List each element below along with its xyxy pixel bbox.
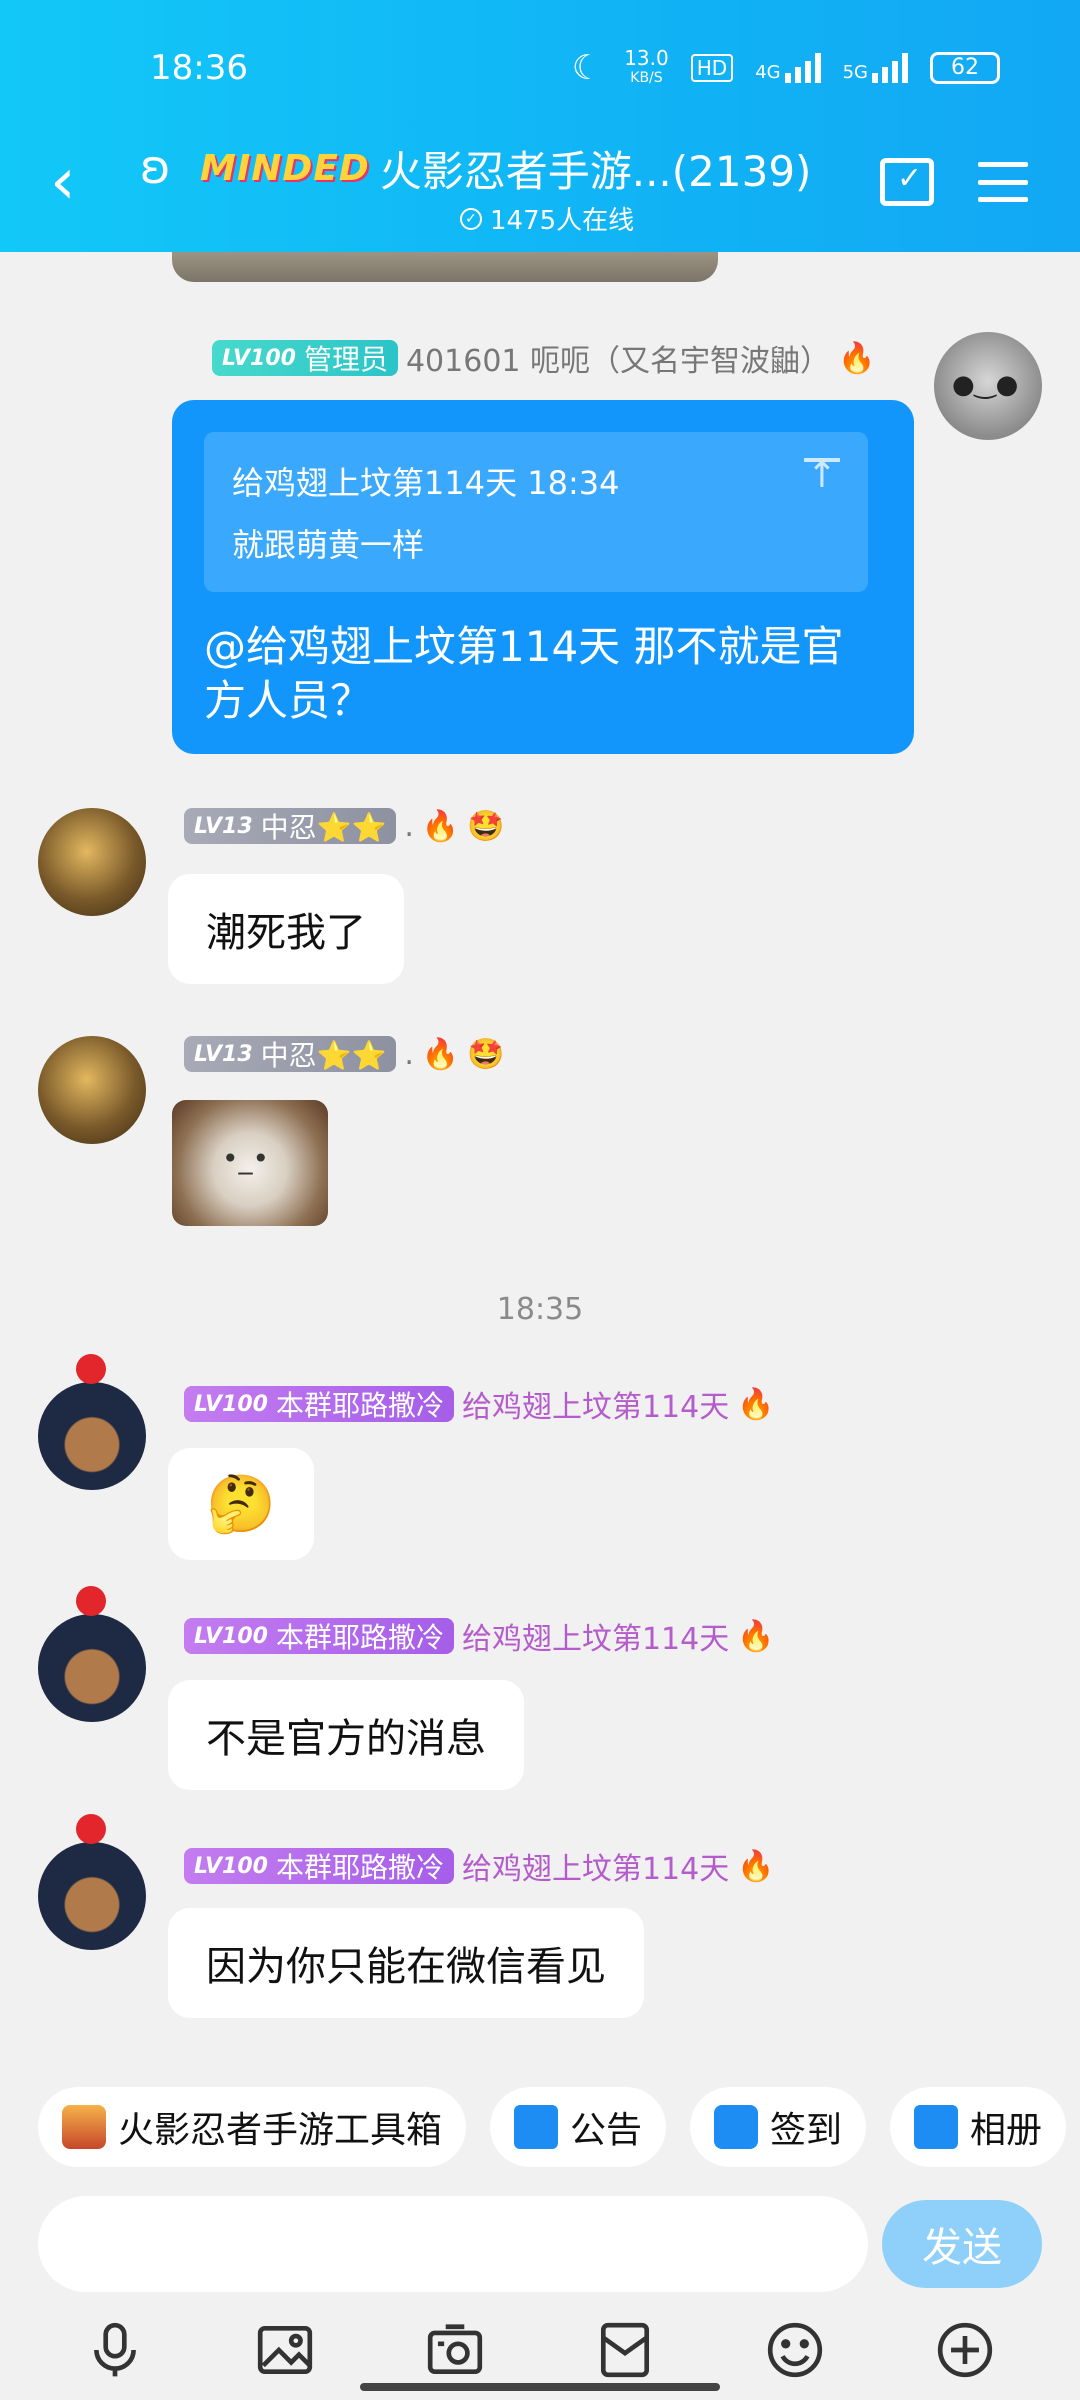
message-bubble[interactable]: 因为你只能在微信看见 — [168, 1908, 644, 2018]
jump-to-top-icon[interactable]: ↑ — [802, 456, 842, 496]
quick-toolbox[interactable]: 火影忍者手游工具箱 — [38, 2087, 467, 2167]
camera-icon[interactable] — [424, 2319, 486, 2381]
sender-row: LV13 中忍⭐⭐ . 🔥 🤩 — [184, 808, 505, 844]
level-badge: LV100 本群耶路撒冷 — [184, 1386, 454, 1422]
quick-album[interactable]: 相册 — [890, 2087, 1067, 2167]
avatar[interactable] — [38, 1586, 146, 1722]
message-input[interactable] — [38, 2196, 868, 2292]
moon-icon: ☾ — [571, 48, 603, 88]
fire-icon: 🔥 — [421, 808, 460, 844]
naruto-toolbox-icon — [62, 2105, 106, 2149]
minded-logo: MINDED — [200, 148, 370, 189]
calendar-checkin-icon[interactable] — [880, 158, 934, 206]
avatar[interactable] — [38, 1036, 146, 1144]
thinking-emoji: 🤔 — [206, 1472, 276, 1537]
sender-name[interactable]: 给鸡翅上坟第114天 — [462, 1382, 729, 1426]
album-icon — [914, 2105, 959, 2149]
level-badge: LV100 管理员 — [212, 340, 398, 376]
group-title-row[interactable]: MINDED 火影忍者手游...(2139) — [200, 138, 811, 199]
signin-calendar-icon — [714, 2105, 759, 2149]
signal-4g-icon: 4G — [755, 53, 821, 83]
signal-5g-icon: 5G — [843, 53, 908, 83]
message-bubble[interactable]: 潮死我了 — [168, 874, 404, 984]
microphone-icon[interactable] — [84, 2319, 146, 2381]
sender-row: LV100 本群耶路撒冷 给鸡翅上坟第114天 🔥 — [184, 1844, 775, 1888]
quick-notice[interactable]: 公告 — [490, 2087, 667, 2167]
fire-icon: 🔥 — [737, 1848, 775, 1884]
previous-image-message[interactable] — [172, 252, 718, 282]
cat-sticker-image[interactable] — [172, 1100, 328, 1226]
sender-name[interactable]: . — [404, 1037, 414, 1072]
message-bubble[interactable]: 不是官方的消息 — [168, 1680, 524, 1790]
quick-signin[interactable]: 签到 — [690, 2087, 867, 2167]
level-badge: LV13 中忍⭐⭐ — [184, 1036, 397, 1072]
sender-row: LV13 中忍⭐⭐ . 🔥 🤩 — [184, 1036, 505, 1072]
network-speed: 13.0 KB/S — [624, 46, 669, 86]
input-row: 发送 — [38, 2196, 1042, 2292]
notice-icon — [514, 2105, 559, 2149]
online-count: ✓ 1475人在线 — [460, 200, 634, 237]
picture-icon[interactable] — [254, 2319, 316, 2381]
sender-name[interactable]: 给鸡翅上坟第114天 — [462, 1844, 729, 1888]
sender-row: LV100 管理员 401601 呃呃（又名宇智波鼬） 🔥 — [212, 336, 875, 380]
fire-icon: 🔥 — [421, 1036, 460, 1072]
time-separator: 18:35 — [496, 1292, 584, 1327]
quick-action-bar: 火影忍者手游工具箱 公告 签到 相册 — [0, 2062, 1080, 2192]
fire-icon: 🔥 — [737, 1386, 775, 1422]
quote-header: 给鸡翅上坟第114天 18:34 — [232, 464, 620, 502]
emoji-icon[interactable] — [764, 2319, 826, 2381]
sender-row: LV100 本群耶路撒冷 给鸡翅上坟第114天 🔥 — [184, 1382, 775, 1426]
fire-icon: 🔥 — [737, 1618, 775, 1654]
level-badge: LV100 本群耶路撒冷 — [184, 1618, 454, 1654]
send-button[interactable]: 发送 — [882, 2200, 1042, 2288]
message-text: 不是官方的消息 — [206, 1716, 486, 1762]
battery-icon: 62 — [930, 52, 1000, 84]
red-packet-icon[interactable] — [594, 2319, 656, 2381]
status-time: 18:36 — [150, 48, 248, 88]
chat-area[interactable]: LV100 管理员 401601 呃呃（又名宇智波鼬） 🔥 给鸡翅上坟第114天… — [0, 252, 1080, 2062]
flower-icon: 🤩 — [467, 808, 505, 844]
fire-icon: 🔥 — [838, 340, 876, 376]
chat-header: 18:36 ☾ 13.0 KB/S HD 4G 5G 62 ‹ ʚ MINDED… — [0, 0, 1080, 252]
quote-text: 就跟萌黄一样 — [232, 526, 425, 564]
quoted-message[interactable]: 给鸡翅上坟第114天 18:34 就跟萌黄一样 ↑ — [204, 432, 868, 592]
back-button[interactable]: ‹ — [50, 150, 76, 214]
sender-name[interactable]: 给鸡翅上坟第114天 — [462, 1614, 729, 1658]
flower-icon: 🤩 — [467, 1036, 505, 1072]
level-badge: LV13 中忍⭐⭐ — [184, 808, 397, 844]
level-badge: LV100 本群耶路撒冷 — [184, 1848, 454, 1884]
message-bubble[interactable]: 🤔 — [168, 1448, 314, 1560]
home-indicator[interactable] — [360, 2383, 720, 2391]
avatar[interactable] — [934, 332, 1042, 440]
reply-message-bubble[interactable]: 给鸡翅上坟第114天 18:34 就跟萌黄一样 ↑ @给鸡翅上坟第114天 那不… — [172, 400, 914, 754]
sender-name[interactable]: . — [404, 809, 414, 844]
hd-icon: HD — [690, 54, 734, 82]
sender-name[interactable]: 401601 呃呃（又名宇智波鼬） — [406, 336, 830, 380]
sender-row: LV100 本群耶路撒冷 给鸡翅上坟第114天 🔥 — [184, 1614, 775, 1658]
avatar[interactable] — [38, 1354, 146, 1490]
online-check-icon: ✓ — [460, 207, 482, 230]
group-title: 火影忍者手游...(2139) — [379, 147, 812, 196]
message-text: @给鸡翅上坟第114天 那不就是官方人员？ — [204, 622, 844, 725]
avatar[interactable] — [38, 1814, 146, 1950]
plus-icon[interactable] — [934, 2319, 996, 2381]
message-text: 潮死我了 — [206, 910, 366, 956]
avatar[interactable] — [38, 808, 146, 916]
ear-icon[interactable]: ʚ — [140, 140, 171, 194]
menu-icon[interactable] — [978, 162, 1028, 202]
status-icons: ☾ 13.0 KB/S HD 4G 5G 62 — [572, 48, 1000, 88]
message-text: 因为你只能在微信看见 — [206, 1944, 606, 1990]
